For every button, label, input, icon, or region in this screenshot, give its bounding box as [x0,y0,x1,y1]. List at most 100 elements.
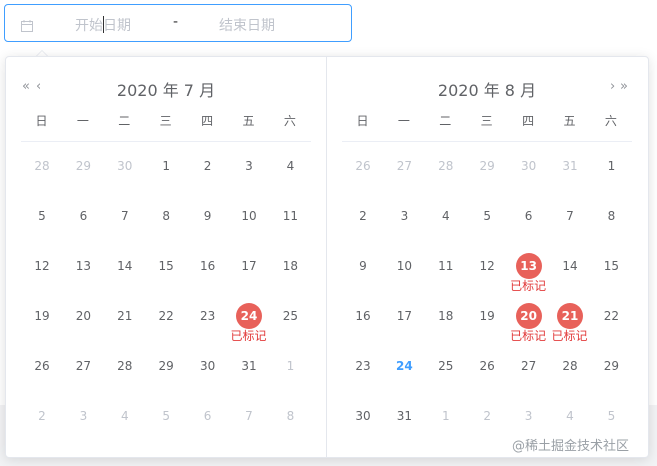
date-cell[interactable]: 4 [104,393,145,443]
date-cell[interactable]: 27 [508,343,549,393]
date-cell[interactable]: 20 [62,293,103,343]
date-cell[interactable]: 4 [425,193,466,243]
date-range-input[interactable]: 开始日期 - 结束日期 [4,4,352,42]
date-cell[interactable]: 14 [549,243,590,293]
date-cell[interactable]: 9 [342,243,383,293]
date-cell[interactable]: 15 [145,243,186,293]
date-number: 6 [203,409,212,423]
date-cell[interactable]: 10 [383,243,424,293]
date-cell[interactable]: 14 [104,243,145,293]
header-divider [342,141,632,142]
date-number: 1 [162,159,170,173]
date-number: 19 [34,309,50,323]
date-cell[interactable]: 2 [187,143,228,193]
date-cell[interactable]: 13 [62,243,103,293]
date-cell-marked[interactable]: 24 已标记 [228,293,269,343]
date-cell[interactable]: 23 [342,343,383,393]
date-cell[interactable]: 18 [269,243,310,293]
date-number: 22 [603,309,620,323]
date-cell[interactable]: 11 [269,193,310,243]
date-cell[interactable]: 1 [145,143,186,193]
date-cell[interactable]: 8 [145,193,186,243]
date-cell[interactable]: 28 [104,343,145,393]
date-cell-marked[interactable]: 21 已标记 [549,293,590,343]
date-cell[interactable]: 16 [342,293,383,343]
date-cell[interactable]: 28 [21,143,62,193]
date-cell[interactable]: 9 [187,193,228,243]
date-cell[interactable]: 3 [228,143,269,193]
date-cell[interactable]: 21 [104,293,145,343]
date-cell[interactable]: 16 [187,243,228,293]
date-number: 3 [79,409,88,423]
end-date-field[interactable]: 结束日期 [219,15,275,35]
date-cell[interactable]: 26 [342,143,383,193]
date-cell-marked[interactable]: 13 已标记 [508,243,549,293]
date-cell[interactable]: 26 [21,343,62,393]
date-number: 28 [438,159,454,173]
date-number: 2 [483,409,491,423]
date-cell[interactable]: 15 [590,243,631,293]
date-cell[interactable]: 18 [425,293,466,343]
date-cell[interactable]: 3 [383,193,424,243]
date-cell[interactable]: 3 [62,393,103,443]
date-cell[interactable]: 7 [228,393,269,443]
date-cell[interactable]: 17 [383,293,424,343]
date-number: 5 [38,209,46,223]
date-cell-today[interactable]: 24 [383,343,424,393]
date-cell[interactable]: 7 [549,193,590,243]
weekday-label: 四 [522,114,535,128]
date-cell[interactable]: 22 [590,293,631,343]
date-cell[interactable]: 4 [269,143,310,193]
date-cell[interactable]: 30 [342,393,383,443]
date-cell[interactable]: 7 [104,193,145,243]
date-cell[interactable]: 8 [269,393,310,443]
date-cell[interactable]: 28 [549,343,590,393]
date-cell[interactable]: 5 [145,393,186,443]
date-cell[interactable]: 12 [21,243,62,293]
date-cell[interactable]: 29 [145,343,186,393]
date-cell[interactable]: 2 [21,393,62,443]
date-cell[interactable]: 22 [145,293,186,343]
date-cell[interactable]: 31 [383,393,424,443]
date-number: 10 [396,259,413,273]
left-month-title: 2020 年 7 月 [116,81,216,100]
date-cell[interactable]: 30 [508,143,549,193]
date-cell[interactable]: 11 [425,243,466,293]
weekday-label: 三 [480,114,493,128]
date-cell[interactable]: 28 [425,143,466,193]
weekday-label: 二 [118,114,131,128]
date-cell[interactable]: 6 [62,193,103,243]
date-number: 27 [396,159,413,173]
date-cell[interactable]: 29 [466,143,507,193]
date-cell[interactable]: 30 [104,143,145,193]
date-cell[interactable]: 1 [269,343,310,393]
date-cell[interactable]: 6 [187,393,228,443]
date-cell[interactable]: 6 [508,193,549,243]
date-number: 24 [396,359,413,373]
marked-label: 已标记 [551,329,588,343]
date-cell[interactable]: 5 [466,193,507,243]
date-cell[interactable]: 10 [228,193,269,243]
date-cell[interactable]: 25 [425,343,466,393]
date-cell[interactable]: 2 [342,193,383,243]
date-cell[interactable]: 19 [21,293,62,343]
date-number: 19 [479,309,495,323]
date-cell[interactable]: 1 [425,393,466,443]
date-cell[interactable]: 30 [187,343,228,393]
date-cell[interactable]: 2 [466,393,507,443]
date-cell[interactable]: 8 [590,193,631,243]
date-cell[interactable]: 1 [590,143,631,193]
date-number: 11 [438,259,454,273]
calendar-right: › » 2020 年 8 月 日一二三四五六 26 27 28 29 30 31 1 2 3 4 5… [327,57,647,457]
date-cell[interactable]: 31 [228,343,269,393]
date-cell[interactable]: 29 [590,343,631,393]
date-cell[interactable]: 29 [62,143,103,193]
date-cell[interactable]: 26 [466,343,507,393]
date-cell[interactable]: 27 [62,343,103,393]
date-cell[interactable]: 27 [383,143,424,193]
date-cell[interactable]: 17 [228,243,269,293]
date-number: 4 [286,159,295,173]
date-cell[interactable]: 31 [549,143,590,193]
date-cell[interactable]: 25 [269,293,310,343]
date-cell[interactable]: 5 [21,193,62,243]
